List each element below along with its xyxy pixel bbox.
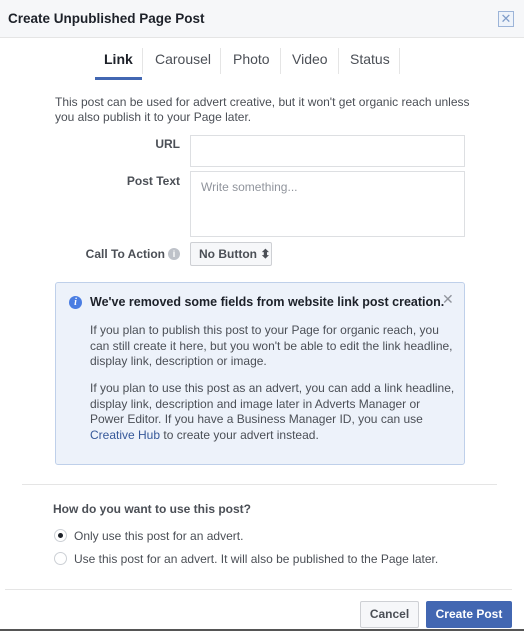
tab-status[interactable]: Status [350, 51, 390, 67]
notice-title: We've removed some fields from website l… [90, 295, 445, 309]
radio-advert-only[interactable] [54, 529, 67, 542]
url-input[interactable] [190, 135, 465, 167]
cta-label: Call To Action [85, 247, 165, 261]
cta-select[interactable]: No Button ⬍ [190, 242, 272, 266]
divider [5, 589, 512, 590]
tab-video[interactable]: Video [292, 51, 328, 67]
creative-hub-link[interactable]: Creative Hub [90, 428, 160, 442]
tab-divider [399, 48, 400, 74]
post-text-label: Post Text [126, 174, 180, 188]
dialog-title: Create Unpublished Page Post [8, 11, 205, 26]
notice-text: If you plan to use this post as an adver… [90, 381, 455, 426]
help-icon[interactable]: i [168, 248, 180, 260]
active-tab-indicator [95, 77, 142, 80]
dismiss-icon[interactable]: ✕ [442, 291, 454, 308]
radio-advert-and-page[interactable] [54, 552, 67, 565]
url-label: URL [155, 137, 180, 151]
tab-divider [338, 48, 339, 74]
info-icon: i [69, 296, 82, 309]
divider [22, 484, 497, 485]
radio-label[interactable]: Only use this post for an advert. [74, 529, 243, 543]
tab-divider [220, 48, 221, 74]
usage-question: How do you want to use this post? [53, 502, 251, 516]
post-text-input[interactable]: Write something... [190, 171, 465, 237]
notice-paragraph: If you plan to use this post as an adver… [90, 381, 455, 443]
create-post-button[interactable]: Create Post [426, 601, 512, 628]
description: This post can be used for advert creativ… [55, 95, 470, 124]
close-icon[interactable]: ✕ [498, 11, 514, 27]
radio-label[interactable]: Use this post for an advert. It will als… [74, 552, 438, 566]
notice-paragraph: If you plan to publish this post to your… [90, 323, 453, 368]
tab-carousel[interactable]: Carousel [155, 51, 211, 67]
tab-photo[interactable]: Photo [233, 51, 270, 67]
tab-divider [142, 48, 143, 74]
tab-divider [280, 48, 281, 74]
notice-text: to create your advert instead. [160, 427, 319, 442]
cancel-button[interactable]: Cancel [360, 601, 419, 628]
tab-link[interactable]: Link [104, 51, 133, 67]
notice-box: i We've removed some fields from website… [55, 282, 465, 465]
